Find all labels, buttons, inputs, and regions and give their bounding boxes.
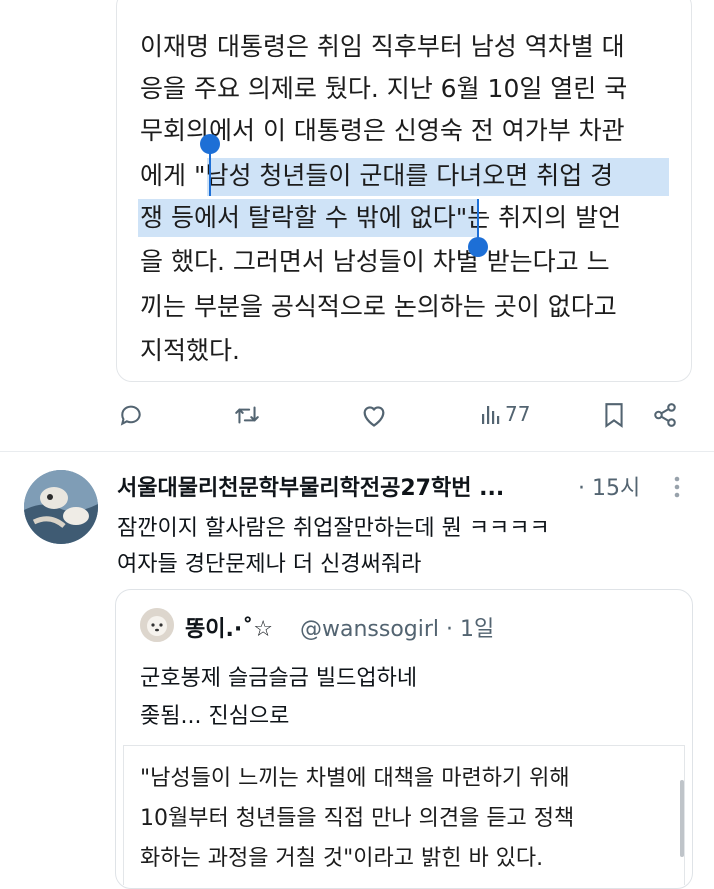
article-text-line: 쟁 등에서 탈락할 수 밖에 없다"는 취지의 발언 [140, 203, 622, 232]
views-button[interactable]: 77 [481, 402, 530, 426]
article-text-line: 지적했다. [140, 336, 240, 365]
reply-icon [120, 405, 141, 426]
selection-end-handle[interactable] [468, 237, 488, 257]
article-text-line: 끼는 부분을 공식적으로 논의하는 곳이 없다고 [140, 292, 617, 321]
bookmark-button[interactable] [603, 402, 625, 428]
retweet-button[interactable] [233, 402, 261, 428]
tweet-text-line: 잠깐이지 할사람은 취업잘만하는데 뭔 ㅋㅋㅋㅋ [117, 516, 550, 541]
quote-text-line: 군호봉제 슬금슬금 빌드업하네 [140, 666, 418, 691]
quote-text-line: 좆됨... 진심으로 [140, 704, 290, 729]
article-text-line: 을 했다. 그러면서 남성들이 차별 받는다고 느 [140, 247, 610, 276]
bookmark-icon [605, 403, 623, 428]
embedded-text-line: 10월부터 청년들을 직접 만나 의견을 듣고 정책 [140, 806, 575, 831]
heart-icon [363, 406, 385, 427]
retweet-icon [235, 406, 259, 424]
tweet-text-line: 여자들 경단문제나 더 신경써줘라 [117, 552, 422, 577]
avatar[interactable] [24, 470, 98, 544]
share-button[interactable] [652, 402, 678, 428]
selection-start-caret [209, 146, 211, 196]
more-options-icon[interactable] [670, 474, 684, 500]
embedded-text-line: 화하는 과정을 거칠 것"이라고 밝힌 바 있다. [140, 846, 544, 871]
article-text-line: 이재명 대통령은 취임 직후부터 남성 역차별 대 [140, 32, 625, 61]
author-name[interactable]: 서울대물리천문학부물리학전공27학번 ... [117, 470, 504, 502]
quote-avatar [140, 608, 174, 642]
embedded-text-line: "남성들이 느끼는 차별에 대책을 마련하기 위해 [140, 766, 570, 791]
views-icon [482, 406, 500, 424]
timeline-divider [0, 451, 714, 452]
scrollbar[interactable] [680, 780, 684, 857]
post-time[interactable]: · 15시 [578, 470, 640, 502]
views-count: 77 [505, 402, 531, 426]
share-icon [654, 403, 676, 427]
quote-author-name: 똥이.·˚☆ [185, 617, 273, 642]
article-text-line: 응을 주요 의제로 뒀다. 지난 6월 10일 열린 국 [140, 74, 628, 103]
like-button[interactable] [360, 402, 388, 428]
reply-button[interactable] [118, 402, 144, 428]
quote-author-handle: @wanssogirl · 1일 [300, 617, 495, 642]
